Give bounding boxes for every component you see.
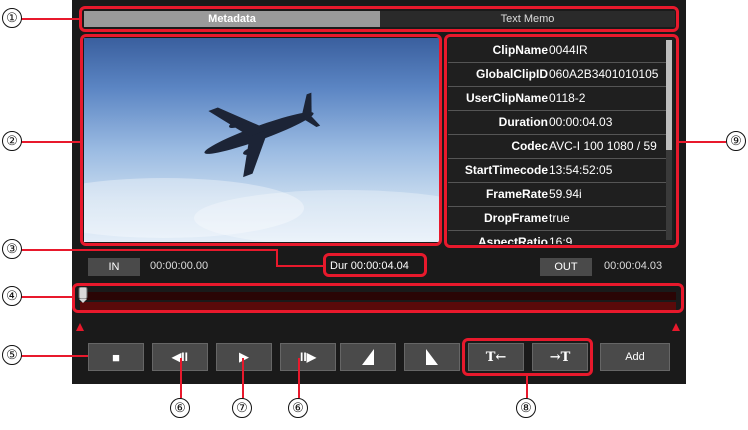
callout-3: ③ <box>2 239 22 259</box>
mark-out-button[interactable] <box>404 343 460 371</box>
callout-1: ① <box>2 8 22 28</box>
leader-line <box>276 249 278 266</box>
mark-in-icon <box>362 349 374 365</box>
out-timecode: 00:00:04.03 <box>604 260 663 272</box>
in-button[interactable]: IN <box>88 258 140 276</box>
callout-6: ⑥ <box>170 398 190 418</box>
mark-in-button[interactable] <box>340 343 396 371</box>
highlight-video <box>80 34 442 246</box>
leader-line <box>20 249 276 251</box>
in-marker-icon <box>76 318 84 336</box>
highlight-timeline <box>72 283 684 313</box>
leader-line <box>20 141 80 143</box>
leader-line <box>276 265 324 267</box>
callout-9: ⑨ <box>726 131 746 151</box>
leader-line <box>678 141 726 143</box>
leader-line <box>526 376 528 398</box>
callout-6b: ⑥ <box>288 398 308 418</box>
stop-button[interactable]: ■ <box>88 343 144 371</box>
leader-line <box>20 18 80 20</box>
highlight-text-buttons <box>462 338 593 376</box>
add-button[interactable]: Add <box>600 343 670 371</box>
callout-8: ⑧ <box>516 398 536 418</box>
leader-line <box>20 296 74 298</box>
in-timecode: 00:00:00.00 <box>150 260 209 272</box>
leader-line <box>180 358 182 398</box>
mark-out-icon <box>426 349 438 365</box>
leader-line <box>242 358 244 398</box>
highlight-metadata <box>444 34 679 248</box>
leader-line <box>298 358 300 398</box>
step-forward-button[interactable]: II▶ <box>280 343 336 371</box>
out-button[interactable]: OUT <box>540 258 592 276</box>
highlight-duration <box>323 253 427 277</box>
callout-7: ⑦ <box>232 398 252 418</box>
callout-4: ④ <box>2 286 22 306</box>
callout-2: ② <box>2 131 22 151</box>
out-marker-icon <box>672 318 680 336</box>
callout-5: ⑤ <box>2 345 22 365</box>
leader-line <box>20 355 88 357</box>
play-button[interactable]: ▶ <box>216 343 272 371</box>
highlight-tabs <box>79 6 679 32</box>
